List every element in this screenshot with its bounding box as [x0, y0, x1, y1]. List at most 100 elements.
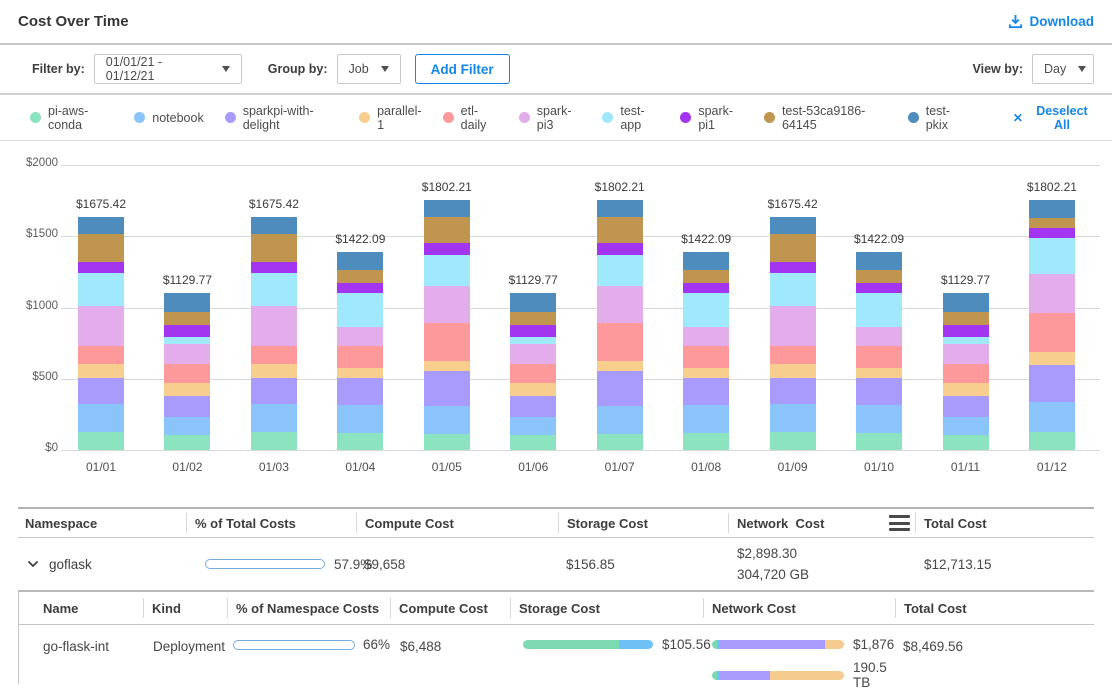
- bar-segment-sparkpi-with-delight[interactable]: [943, 396, 989, 417]
- bar-segment-test-app[interactable]: [597, 255, 643, 286]
- bar-segment-test-app[interactable]: [337, 293, 383, 327]
- stacked-bar-01/11[interactable]: $1129.77: [943, 293, 989, 450]
- bar-segment-pi-aws-conda[interactable]: [856, 433, 902, 450]
- bar-segment-spark-pi1[interactable]: [164, 325, 210, 337]
- bar-segment-test-pkix[interactable]: [597, 200, 643, 218]
- bar-segment-sparkpi-with-delight[interactable]: [337, 378, 383, 404]
- bar-segment-test-pkix[interactable]: [337, 252, 383, 270]
- col-header-pct-namespace[interactable]: % of Namespace Costs: [227, 598, 390, 618]
- bar-segment-pi-aws-conda[interactable]: [683, 433, 729, 450]
- bar-segment-notebook[interactable]: [943, 417, 989, 435]
- download-button[interactable]: Download: [1008, 14, 1095, 29]
- col-header-storage[interactable]: Storage Cost: [510, 598, 703, 618]
- bar-segment-test-app[interactable]: [424, 255, 470, 286]
- bar-segment-notebook[interactable]: [164, 417, 210, 435]
- bar-segment-test-pkix[interactable]: [856, 252, 902, 270]
- bar-segment-parallel-1[interactable]: [164, 383, 210, 396]
- bar-segment-sparkpi-with-delight[interactable]: [164, 396, 210, 417]
- legend-item-etl-daily[interactable]: etl-daily: [443, 104, 498, 132]
- bar-segment-test-app[interactable]: [856, 293, 902, 327]
- legend-item-sparkpi-with-delight[interactable]: sparkpi-with-delight: [225, 104, 338, 132]
- bar-segment-spark-pi3[interactable]: [683, 327, 729, 346]
- bar-segment-test-53ca9186-64145[interactable]: [683, 270, 729, 282]
- bar-segment-notebook[interactable]: [337, 405, 383, 433]
- add-filter-button[interactable]: Add Filter: [415, 54, 510, 84]
- bar-segment-test-app[interactable]: [78, 273, 124, 306]
- bar-segment-test-pkix[interactable]: [164, 293, 210, 312]
- bar-segment-notebook[interactable]: [510, 417, 556, 435]
- col-header-kind[interactable]: Kind: [143, 598, 227, 618]
- bar-segment-test-pkix[interactable]: [78, 217, 124, 234]
- bar-segment-pi-aws-conda[interactable]: [943, 435, 989, 450]
- bar-segment-spark-pi3[interactable]: [510, 344, 556, 364]
- bar-segment-sparkpi-with-delight[interactable]: [510, 396, 556, 417]
- bar-segment-test-53ca9186-64145[interactable]: [856, 270, 902, 282]
- bar-segment-parallel-1[interactable]: [78, 364, 124, 377]
- bar-segment-spark-pi1[interactable]: [78, 262, 124, 272]
- bar-segment-spark-pi1[interactable]: [424, 243, 470, 255]
- legend-item-parallel-1[interactable]: parallel-1: [359, 104, 422, 132]
- bar-segment-parallel-1[interactable]: [770, 364, 816, 377]
- bar-segment-notebook[interactable]: [251, 404, 297, 432]
- bar-segment-spark-pi3[interactable]: [424, 286, 470, 323]
- bar-segment-sparkpi-with-delight[interactable]: [78, 378, 124, 404]
- bar-segment-etl-daily[interactable]: [164, 364, 210, 383]
- stacked-bar-01/07[interactable]: $1802.21: [597, 200, 643, 450]
- view-by-dropdown[interactable]: Day: [1032, 54, 1094, 84]
- bar-segment-spark-pi3[interactable]: [164, 344, 210, 364]
- stacked-bar-01/12[interactable]: $1802.21: [1029, 200, 1075, 450]
- bar-segment-test-pkix[interactable]: [251, 217, 297, 234]
- bar-segment-spark-pi3[interactable]: [337, 327, 383, 346]
- bar-segment-pi-aws-conda[interactable]: [78, 432, 124, 450]
- bar-segment-etl-daily[interactable]: [683, 346, 729, 368]
- bar-segment-pi-aws-conda[interactable]: [164, 435, 210, 450]
- legend-item-pi-aws-conda[interactable]: pi-aws-conda: [30, 104, 113, 132]
- stacked-bar-01/01[interactable]: $1675.42: [78, 217, 124, 450]
- bar-segment-spark-pi3[interactable]: [78, 306, 124, 346]
- bar-segment-pi-aws-conda[interactable]: [251, 432, 297, 450]
- bar-segment-notebook[interactable]: [78, 404, 124, 432]
- deselect-all-button[interactable]: ✕ Deselect All: [1013, 104, 1094, 132]
- bar-segment-etl-daily[interactable]: [337, 346, 383, 368]
- bar-segment-test-53ca9186-64145[interactable]: [164, 312, 210, 325]
- bar-segment-etl-daily[interactable]: [251, 346, 297, 365]
- bar-segment-pi-aws-conda[interactable]: [337, 433, 383, 450]
- bar-segment-sparkpi-with-delight[interactable]: [683, 378, 729, 404]
- bar-segment-spark-pi1[interactable]: [943, 325, 989, 337]
- bar-segment-spark-pi3[interactable]: [856, 327, 902, 346]
- bar-segment-test-app[interactable]: [251, 273, 297, 306]
- col-header-compute[interactable]: Compute Cost: [356, 513, 558, 533]
- legend-item-spark-pi1[interactable]: spark-pi1: [680, 104, 743, 132]
- bar-segment-notebook[interactable]: [856, 405, 902, 433]
- bar-segment-test-app[interactable]: [1029, 238, 1075, 273]
- col-header-network[interactable]: Network Cost: [728, 513, 915, 533]
- bar-segment-spark-pi1[interactable]: [856, 283, 902, 293]
- bar-segment-parallel-1[interactable]: [1029, 352, 1075, 365]
- bar-segment-sparkpi-with-delight[interactable]: [1029, 365, 1075, 403]
- bar-segment-sparkpi-with-delight[interactable]: [424, 371, 470, 406]
- bar-segment-test-pkix[interactable]: [770, 217, 816, 234]
- bar-segment-test-pkix[interactable]: [1029, 200, 1075, 218]
- legend-item-test-pkix[interactable]: test-pkix: [908, 104, 966, 132]
- bar-segment-test-pkix[interactable]: [424, 200, 470, 218]
- stacked-bar-01/08[interactable]: $1422.09: [683, 252, 729, 450]
- col-header-network[interactable]: Network Cost: [703, 598, 895, 618]
- bar-segment-notebook[interactable]: [683, 405, 729, 433]
- stacked-bar-01/05[interactable]: $1802.21: [424, 200, 470, 450]
- col-header-pct-total[interactable]: % of Total Costs: [186, 513, 356, 533]
- bar-segment-etl-daily[interactable]: [856, 346, 902, 368]
- bar-segment-spark-pi3[interactable]: [943, 344, 989, 364]
- col-header-total[interactable]: Total Cost: [915, 513, 1094, 533]
- bar-segment-pi-aws-conda[interactable]: [770, 432, 816, 450]
- col-header-namespace[interactable]: Namespace: [18, 513, 186, 533]
- col-header-total[interactable]: Total Cost: [895, 598, 1094, 618]
- bar-segment-parallel-1[interactable]: [597, 361, 643, 372]
- bar-segment-test-53ca9186-64145[interactable]: [943, 312, 989, 325]
- bar-segment-test-53ca9186-64145[interactable]: [424, 217, 470, 243]
- bar-segment-test-app[interactable]: [510, 337, 556, 344]
- bar-segment-test-app[interactable]: [770, 273, 816, 306]
- bar-segment-parallel-1[interactable]: [943, 383, 989, 396]
- bar-segment-sparkpi-with-delight[interactable]: [597, 371, 643, 406]
- bar-segment-etl-daily[interactable]: [770, 346, 816, 365]
- bar-segment-notebook[interactable]: [597, 406, 643, 433]
